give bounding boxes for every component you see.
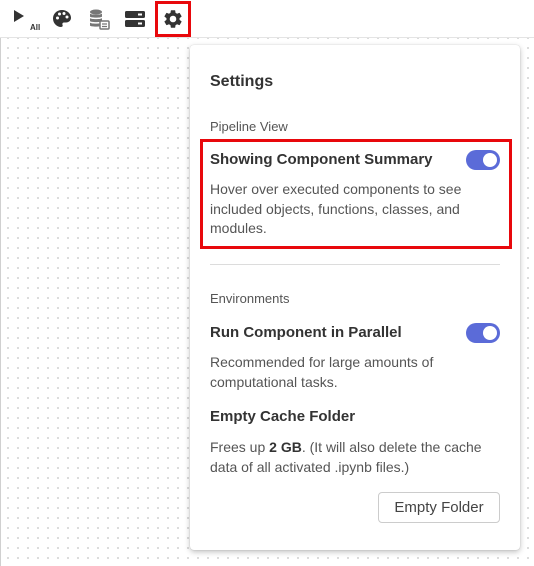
empty-cache-desc-prefix: Frees up <box>210 439 270 455</box>
data-button[interactable] <box>84 4 114 34</box>
cache-size: 2 GB <box>269 439 302 455</box>
palette-icon <box>53 10 71 27</box>
toggle-knob <box>483 153 497 167</box>
empty-cache-description: Frees up 2 GB. (It will also delete the … <box>210 438 495 477</box>
toolbar: All <box>0 0 534 38</box>
theme-button[interactable] <box>47 4 77 34</box>
run-all-button[interactable]: All <box>6 4 40 34</box>
database-icon <box>90 9 110 30</box>
gear-icon <box>164 10 182 28</box>
component-summary-description: Hover over executed components to see in… <box>210 181 462 236</box>
component-summary-label: Showing Component Summary <box>210 151 433 168</box>
run-parallel-toggle[interactable] <box>466 323 500 343</box>
environments-heading: Environments <box>210 291 290 306</box>
component-summary-toggle[interactable] <box>466 150 500 170</box>
empty-cache-label: Empty Cache Folder <box>210 408 356 425</box>
run-parallel-description: Recommended for large amounts of computa… <box>210 354 434 390</box>
servers-button[interactable] <box>120 4 150 34</box>
empty-folder-button[interactable]: Empty Folder <box>378 492 500 523</box>
run-all-label: All <box>30 23 41 32</box>
server-icon <box>125 11 145 27</box>
section-divider <box>210 264 500 265</box>
settings-panel: Settings Pipeline View Showing Component… <box>190 45 520 550</box>
run-parallel-label: Run Component in Parallel <box>210 324 402 341</box>
settings-button[interactable] <box>158 4 188 34</box>
toggle-knob <box>483 326 497 340</box>
canvas-left-border <box>0 38 1 566</box>
pipeline-view-heading: Pipeline View <box>210 119 288 134</box>
settings-title: Settings <box>210 73 274 90</box>
